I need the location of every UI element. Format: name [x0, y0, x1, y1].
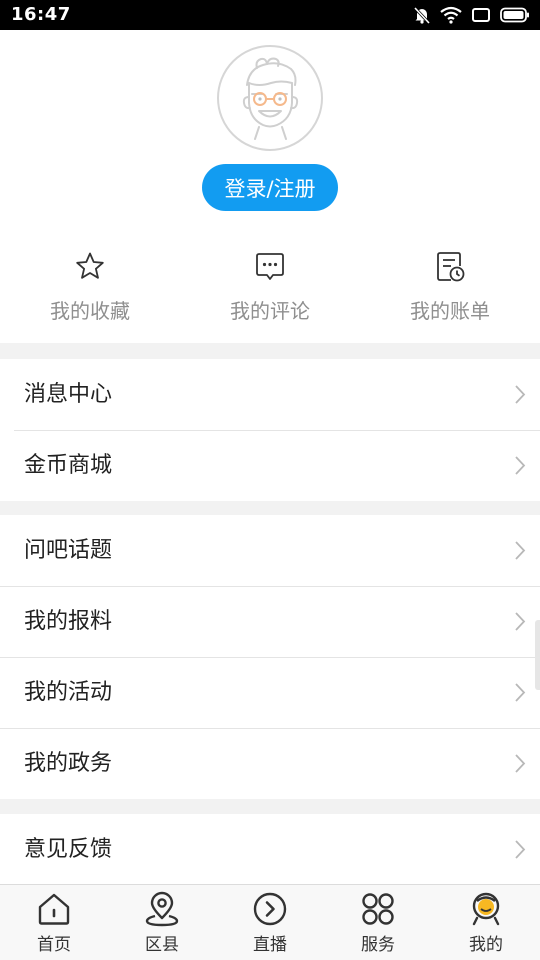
menu-item-coin-mall[interactable]: 金币商城	[0, 430, 540, 501]
menu-item-label: 意见反馈	[24, 837, 113, 862]
menu-item-message-center[interactable]: 消息中心	[0, 359, 540, 430]
menu-item-label: 我的政务	[24, 751, 113, 776]
quick-action-favorites[interactable]: 我的收藏	[0, 251, 180, 331]
quick-action-label: 我的账单	[410, 299, 490, 323]
mute-icon	[413, 6, 431, 24]
menu-item-wenba-topics[interactable]: 问吧话题	[0, 515, 540, 586]
grid-icon	[360, 891, 396, 927]
comment-icon	[254, 251, 286, 283]
battery-icon	[500, 6, 530, 24]
tab-services[interactable]: 服务	[324, 885, 432, 960]
quick-action-label: 我的评论	[230, 299, 310, 323]
menu-item-label: 问吧话题	[24, 538, 113, 563]
cartoon-avatar-icon[interactable]	[217, 45, 323, 151]
tab-label: 直播	[253, 935, 287, 955]
tab-label: 区县	[145, 935, 179, 955]
menu-item-my-activities[interactable]: 我的活动	[0, 657, 540, 728]
login-register-button[interactable]: 登录/注册	[202, 164, 338, 211]
chevron-right-icon	[515, 840, 526, 859]
quick-action-label: 我的收藏	[50, 299, 130, 323]
menu-item-label: 消息中心	[24, 382, 113, 407]
quick-actions: 我的收藏 我的评论 我的账单	[0, 251, 540, 331]
status-icons	[413, 4, 530, 26]
menu-item-label: 金币商城	[24, 453, 113, 478]
menu-group-3: 意见反馈	[0, 814, 540, 885]
tab-districts[interactable]: 区县	[108, 885, 216, 960]
quick-action-comments[interactable]: 我的评论	[180, 251, 360, 331]
bottom-nav: 首页 区县 直播 服务 我的	[0, 884, 540, 960]
home-icon	[36, 891, 72, 927]
status-bar: 16:47	[0, 0, 540, 30]
wifi-icon	[440, 6, 462, 24]
profile-header: 登录/注册 我的收藏 我的评论 我的账单	[0, 30, 540, 343]
chevron-right-icon	[515, 612, 526, 631]
chevron-right-icon	[515, 683, 526, 702]
play-circle-icon	[252, 891, 288, 927]
quick-action-bills[interactable]: 我的账单	[360, 251, 540, 331]
status-time: 16:47	[11, 4, 71, 25]
profile-icon	[468, 891, 504, 927]
tab-live[interactable]: 直播	[216, 885, 324, 960]
menu-group-2: 问吧话题 我的报料 我的活动 我的政务	[0, 515, 540, 799]
location-icon	[144, 891, 180, 927]
chevron-right-icon	[515, 456, 526, 475]
menu-group-1: 消息中心 金币商城	[0, 359, 540, 501]
menu-item-my-reports[interactable]: 我的报料	[0, 586, 540, 657]
tab-home[interactable]: 首页	[0, 885, 108, 960]
bill-icon	[434, 251, 466, 283]
chevron-right-icon	[515, 385, 526, 404]
screen-icon	[471, 6, 491, 24]
tab-label: 首页	[37, 935, 71, 955]
tab-label: 我的	[469, 935, 503, 955]
star-icon	[74, 251, 106, 283]
chevron-right-icon	[515, 541, 526, 560]
tab-mine[interactable]: 我的	[432, 885, 540, 960]
menu-item-feedback[interactable]: 意见反馈	[0, 814, 540, 885]
chevron-right-icon	[515, 754, 526, 773]
scrollbar[interactable]	[535, 620, 540, 690]
menu-item-label: 我的报料	[24, 609, 113, 634]
menu-item-my-government-affairs[interactable]: 我的政务	[0, 728, 540, 799]
menu-item-label: 我的活动	[24, 680, 113, 705]
tab-label: 服务	[361, 935, 395, 955]
